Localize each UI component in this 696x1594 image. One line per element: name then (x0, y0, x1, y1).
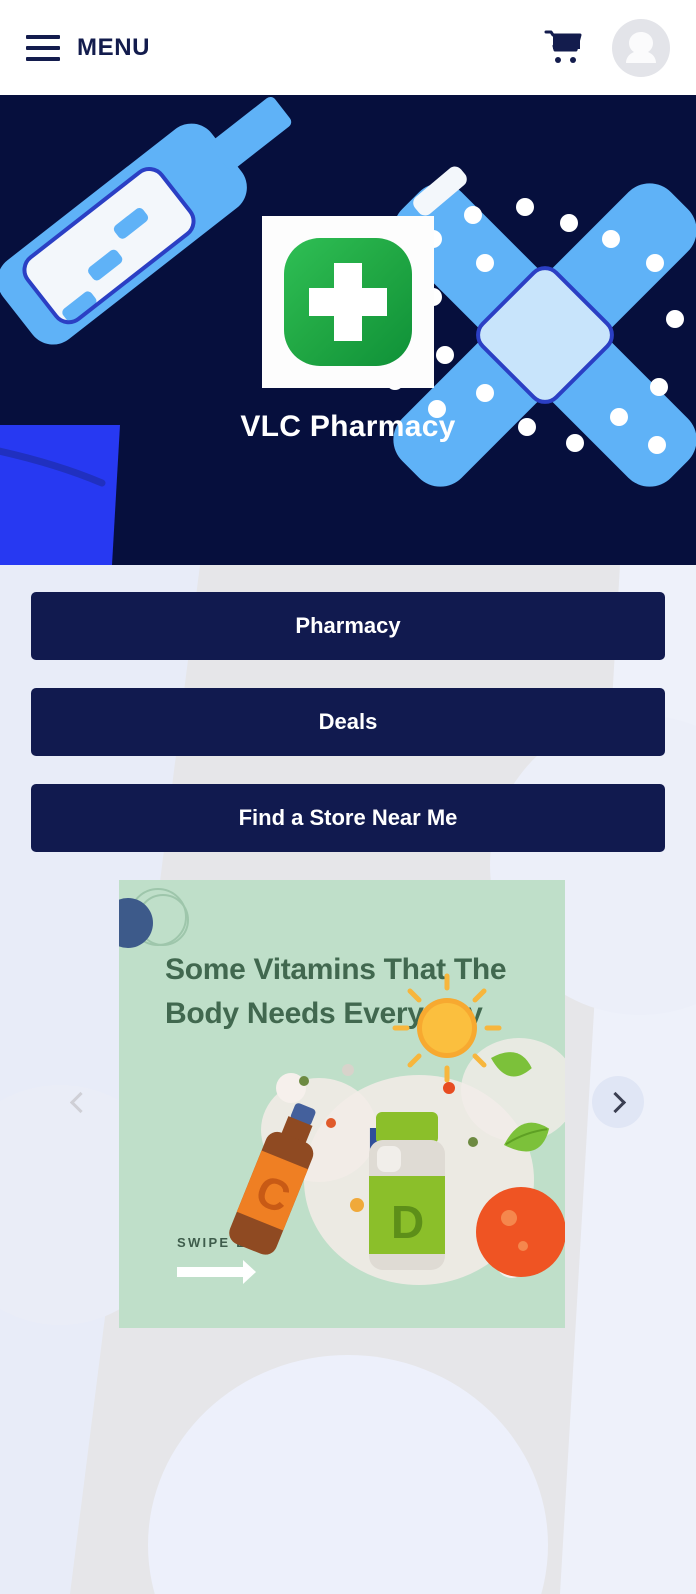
menu-label[interactable]: MENU (77, 34, 150, 62)
hero-content: VLC Pharmacy (0, 95, 696, 565)
slide-illustration: E (229, 973, 565, 1285)
shopping-cart-icon[interactable] (544, 29, 584, 67)
carousel-next-button[interactable] (592, 1076, 644, 1128)
green-medical-cross-logo (284, 238, 412, 366)
brand-logo-card (262, 216, 434, 388)
svg-text:D: D (391, 1196, 424, 1248)
vitamin-carousel: Some Vitamins That The Body Needs Every … (0, 880, 696, 1335)
user-avatar-placeholder[interactable] (612, 18, 670, 77)
chevron-right-icon (604, 1091, 627, 1113)
hero-banner: VLC Pharmacy (0, 95, 696, 565)
header-actions (544, 18, 670, 77)
carousel-slide-active[interactable]: Some Vitamins That The Body Needs Every … (119, 880, 565, 1328)
find-store-button[interactable]: Find a Store Near Me (31, 784, 665, 852)
brand-name: VLC Pharmacy (240, 410, 456, 443)
pharmacy-button[interactable]: Pharmacy (31, 592, 665, 660)
hamburger-menu-icon[interactable] (26, 34, 60, 61)
carousel-prev-button[interactable] (52, 1076, 104, 1128)
main-content: Pharmacy Deals Find a Store Near Me Some… (0, 565, 696, 1594)
app-header: MENU (0, 0, 696, 95)
chevron-left-icon (69, 1091, 92, 1113)
app-screen: MENU VLC Pharmacy Pharmacy Deals Find a … (0, 0, 696, 1594)
deals-button[interactable]: Deals (31, 688, 665, 756)
quick-nav-buttons: Pharmacy Deals Find a Store Near Me (0, 565, 696, 852)
